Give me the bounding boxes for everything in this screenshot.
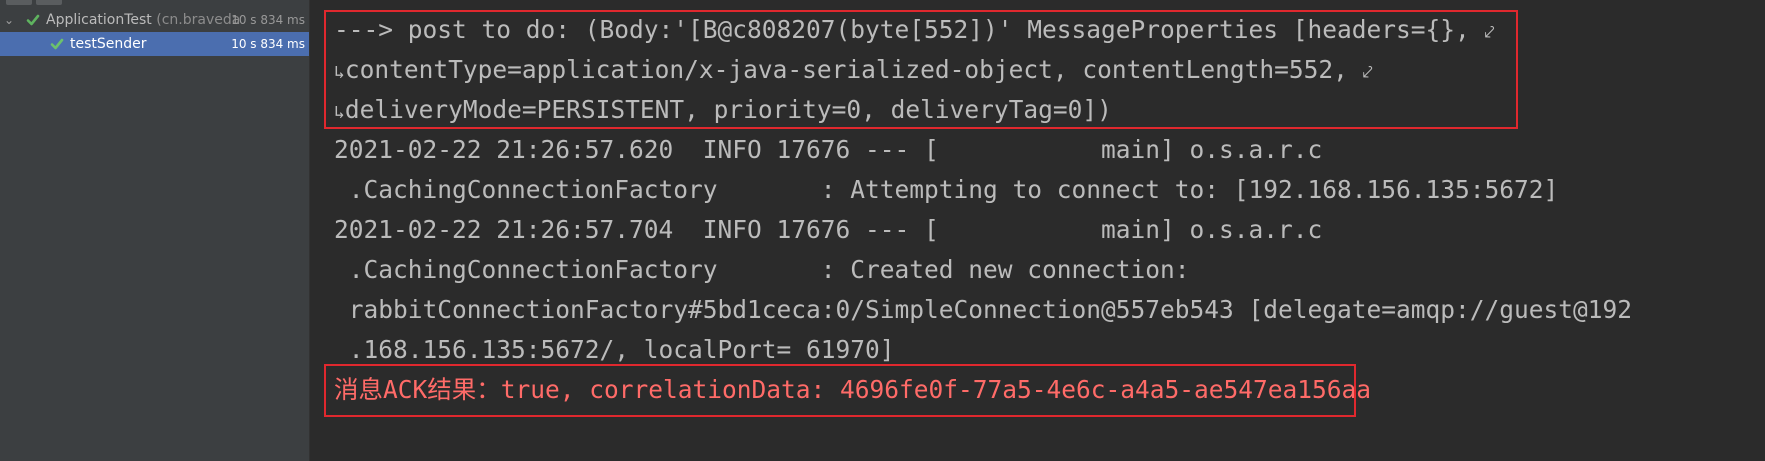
console-line: 2021-02-22 21:26:57.704 INFO 17676 --- [… — [334, 215, 1323, 244]
console-line: .CachingConnectionFactory : Attempting t… — [334, 175, 1559, 204]
tree-node-name: ApplicationTest — [46, 12, 152, 28]
toolbar-strip — [0, 0, 309, 6]
highlight-box-message — [324, 10, 1518, 129]
console-line: .CachingConnectionFactory : Created new … — [334, 255, 1190, 284]
tree-node-name: testSender — [70, 36, 147, 52]
chevron-down-icon[interactable]: ⌄ — [4, 8, 14, 32]
test-results-tree: ⌄ ApplicationTest (cn.braveda 10 s 834 m… — [0, 0, 310, 461]
toolbar-button[interactable] — [36, 0, 62, 5]
tree-node-duration: 10 s 834 ms — [231, 37, 305, 51]
console-line: rabbitConnectionFactory#5bd1ceca:0/Simpl… — [334, 295, 1633, 324]
console-line: 2021-02-22 21:26:57.620 INFO 17676 --- [… — [334, 135, 1323, 164]
tree-node-test-sender[interactable]: testSender 10 s 834 ms — [0, 32, 309, 56]
console-output[interactable]: ---> post to do: (Body:'[B@c808207(byte[… — [310, 0, 1765, 461]
test-passed-icon — [50, 38, 64, 50]
toolbar-button[interactable] — [6, 0, 32, 5]
test-passed-icon — [26, 14, 40, 26]
tree-node-package: (cn.braveda — [156, 12, 241, 28]
highlight-box-ack — [324, 364, 1356, 417]
tree-node-application-test[interactable]: ⌄ ApplicationTest (cn.braveda 10 s 834 m… — [0, 8, 309, 32]
run-window: ⌄ ApplicationTest (cn.braveda 10 s 834 m… — [0, 0, 1765, 461]
tree-node-duration: 10 s 834 ms — [231, 13, 305, 27]
